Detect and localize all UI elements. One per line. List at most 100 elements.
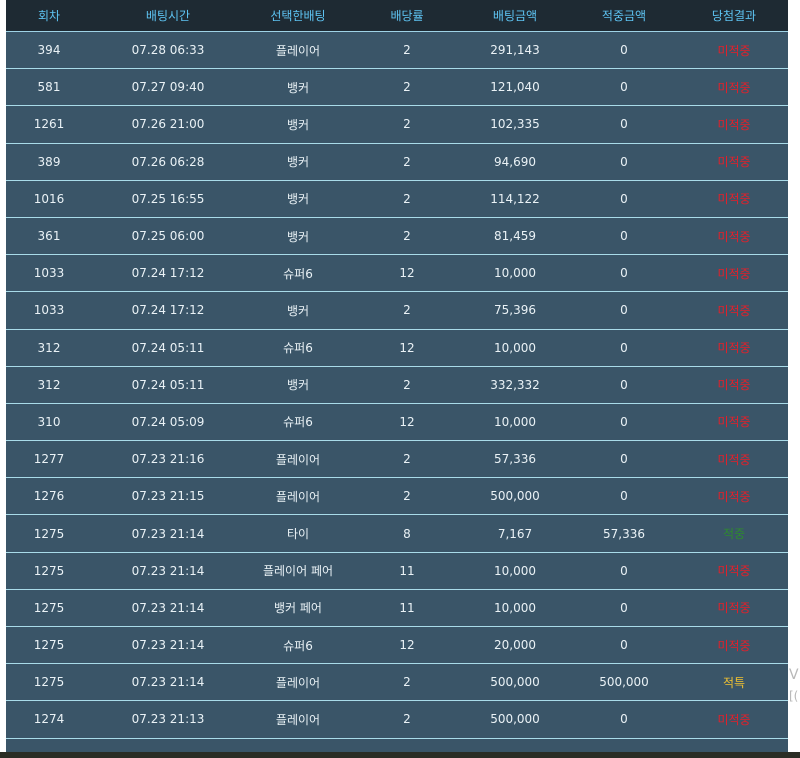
table-row: 312 07.24 05:11 뱅커 2 332,332 0 미적중 — [6, 367, 788, 404]
table-row: 581 07.27 09:40 뱅커 2 121,040 0 미적중 — [6, 69, 788, 107]
bottom-strip — [0, 752, 800, 758]
cell-selected-bet: 플레이어 페어 — [262, 564, 334, 579]
cell-bet-time: 07.27 09:40 — [131, 80, 205, 95]
cell-result: 미적중 — [717, 452, 751, 467]
header-bet-amount: 배팅금액 — [492, 9, 538, 23]
cell-bet-time: 07.23 21:14 — [131, 526, 205, 541]
cell-bet-amount: 10,000 — [494, 600, 536, 615]
cell-win-amount: 500,000 — [599, 675, 649, 690]
cell-odds: 2 — [403, 80, 411, 95]
cell-odds: 12 — [399, 340, 415, 355]
cell-bet-time: 07.23 21:15 — [131, 489, 205, 504]
cell-bet-time: 07.25 16:55 — [131, 191, 205, 206]
cell-result: 미적중 — [717, 638, 751, 653]
cell-result: 미적중 — [717, 266, 751, 281]
cell-selected-bet: 타이 — [286, 527, 310, 542]
cell-round: 1275 — [33, 638, 65, 653]
table-row: 1277 07.23 21:16 플레이어 2 57,336 0 미적중 — [6, 441, 788, 479]
cell-bet-time: 07.26 21:00 — [131, 117, 205, 132]
cell-selected-bet: 플레이어 — [275, 712, 321, 727]
cell-result: 적중 — [722, 527, 746, 542]
cell-round: 1033 — [33, 303, 65, 318]
cell-win-amount: 0 — [620, 600, 628, 615]
cell-selected-bet: 뱅커 — [286, 155, 310, 170]
cell-bet-time: 07.23 21:16 — [131, 452, 205, 467]
cell-win-amount: 57,336 — [603, 526, 645, 541]
cell-round: 1274 — [33, 712, 65, 727]
cell-result: 적특 — [722, 675, 746, 690]
cell-result: 미적중 — [717, 155, 751, 170]
cell-odds: 12 — [399, 414, 415, 429]
cell-bet-amount: 20,000 — [494, 638, 536, 653]
cell-bet-amount: 10,000 — [494, 563, 536, 578]
cell-round: 1275 — [33, 600, 65, 615]
cell-round: 1276 — [33, 489, 65, 504]
cell-result: 미적중 — [717, 564, 751, 579]
table-row: 1275 07.23 21:14 슈퍼6 12 20,000 0 미적중 — [6, 627, 788, 665]
table-row: 1261 07.26 21:00 뱅커 2 102,335 0 미적중 — [6, 106, 788, 144]
cell-bet-amount: 81,459 — [494, 229, 536, 244]
table-row: 1016 07.25 16:55 뱅커 2 114,122 0 미적중 — [6, 181, 788, 218]
cell-bet-time: 07.23 21:14 — [131, 675, 205, 690]
cell-win-amount: 0 — [620, 489, 628, 504]
cell-win-amount: 0 — [620, 377, 628, 392]
cell-selected-bet: 플레이어 — [275, 489, 321, 504]
table-row: 394 07.28 06:33 플레이어 2 291,143 0 미적중 — [6, 32, 788, 70]
cell-odds: 2 — [403, 712, 411, 727]
table-row: 361 07.25 06:00 뱅커 2 81,459 0 미적중 — [6, 218, 788, 256]
table-row: 1275 07.23 21:14 뱅커 페어 11 10,000 0 미적중 — [6, 590, 788, 627]
table-body: 394 07.28 06:33 플레이어 2 291,143 0 미적중 581 07.27 0… — [6, 32, 788, 739]
cell-selected-bet: 뱅커 — [286, 303, 310, 318]
cell-bet-time: 07.23 21:14 — [131, 600, 205, 615]
cell-bet-time: 07.24 17:12 — [131, 303, 205, 318]
cell-odds: 2 — [403, 229, 411, 244]
cell-bet-amount: 75,396 — [494, 303, 536, 318]
cell-round: 1275 — [33, 675, 65, 690]
cell-round: 312 — [37, 340, 61, 355]
cell-odds: 2 — [403, 377, 411, 392]
cell-odds: 2 — [403, 489, 411, 504]
header-win-amount: 적중금액 — [601, 9, 647, 23]
header-result: 당첨결과 — [711, 9, 757, 23]
table-row: 310 07.24 05:09 슈퍼6 12 10,000 0 미적중 — [6, 404, 788, 442]
cell-win-amount: 0 — [620, 452, 628, 467]
cell-bet-amount: 500,000 — [490, 489, 540, 504]
table-row: 312 07.24 05:11 슈퍼6 12 10,000 0 미적중 — [6, 330, 788, 367]
cell-bet-time: 07.24 05:09 — [131, 414, 205, 429]
cell-win-amount: 0 — [620, 638, 628, 653]
cell-result: 미적중 — [717, 43, 751, 58]
cell-result: 미적중 — [717, 80, 751, 95]
cell-odds: 2 — [403, 452, 411, 467]
cell-bet-amount: 7,167 — [497, 526, 533, 541]
header-round: 회차 — [37, 9, 61, 23]
cell-round: 1016 — [33, 191, 65, 206]
table-row: 1274 07.23 21:13 플레이어 2 500,000 0 미적중 — [6, 701, 788, 739]
cell-odds: 11 — [399, 563, 415, 578]
cell-bet-amount: 500,000 — [490, 712, 540, 727]
cell-bet-amount: 10,000 — [494, 340, 536, 355]
header-bet-time: 배팅시간 — [145, 9, 191, 23]
cell-win-amount: 0 — [620, 80, 628, 95]
cell-win-amount: 0 — [620, 414, 628, 429]
cell-selected-bet: 뱅커 — [286, 378, 310, 393]
cell-odds: 2 — [403, 675, 411, 690]
table-header: 회차 배팅시간 선택한배팅 배당률 배팅금액 적중금액 당첨결과 — [6, 0, 788, 32]
cell-odds: 2 — [403, 43, 411, 58]
cell-round: 389 — [37, 154, 61, 169]
cell-round: 581 — [37, 80, 61, 95]
cell-bet-amount: 291,143 — [490, 43, 540, 58]
cell-selected-bet: 슈퍼6 — [283, 415, 313, 430]
cell-bet-time: 07.24 05:11 — [131, 340, 205, 355]
cell-bet-time: 07.24 17:12 — [131, 266, 205, 281]
cell-selected-bet: 슈퍼6 — [283, 638, 313, 653]
cell-odds: 12 — [399, 638, 415, 653]
cell-bet-amount: 121,040 — [490, 80, 540, 95]
cell-bet-amount: 10,000 — [494, 414, 536, 429]
cell-bet-amount: 500,000 — [490, 675, 540, 690]
cell-result: 미적중 — [717, 117, 751, 132]
table-row: 1275 07.23 21:14 플레이어 2 500,000 500,000 적특 — [6, 664, 788, 702]
cell-win-amount: 0 — [620, 43, 628, 58]
header-odds: 배당률 — [390, 9, 424, 23]
table-row: 1275 07.23 21:14 플레이어 페어 11 10,000 0 미적중 — [6, 553, 788, 590]
cell-odds: 11 — [399, 600, 415, 615]
